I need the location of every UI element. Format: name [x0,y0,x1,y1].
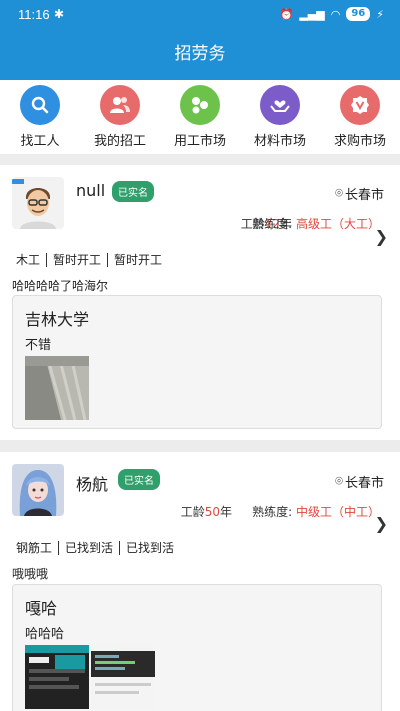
skill-value: 高级工（大工） [295,217,380,231]
worker-card[interactable]: 杨航 已实名 ⌾ 长春市 工龄50年 熟练度: 中级工（中工） ❯ 钢筋工 已找… [0,452,400,711]
status-icons: ⏰ ▂▄▆ ◠ 96 ⚡ [280,7,384,21]
charging-icon: ⚡ [376,7,384,21]
alarm-icon: ⏰ [279,7,294,21]
tag: 暂时开工 [107,253,168,267]
tag: 已找到活 [58,541,119,555]
tag: 已找到活 [119,541,180,555]
v-badge-icon [340,85,380,125]
users-icon [100,85,140,125]
project-title: 嘎哈 [25,599,58,618]
skill-level: 熟练度: 中级工（中工） [252,503,380,520]
skill-value: 中级工（中工） [295,505,380,519]
tag: 钢筋工 [16,541,53,555]
worker-description: 哦哦哦 [12,567,49,581]
search-icon [20,85,60,125]
nav-label: 用工市场 [173,134,226,149]
tag: 暂时开工 [46,253,107,267]
nav-my-recruitment[interactable]: 我的招工 [80,80,160,154]
chevron-right-icon[interactable]: ❯ [375,227,388,246]
nav-labor-market[interactable]: 用工市场 [160,80,240,154]
status-bar: 11:16 ✱ ⏰ ▂▄▆ ◠ 96 ⚡ [0,0,400,30]
project-subtitle: 哈哈哈 [25,627,65,642]
dots-icon [180,85,220,125]
wifi-icon: ◠ [330,7,341,21]
tag-list: 木工 暂时开工 暂时开工 [16,253,168,267]
status-time: 11:16 [18,7,50,22]
nav-label: 材料市场 [253,134,306,149]
project-photo[interactable] [25,645,89,709]
verified-badge: 已实名 [118,469,160,490]
location: ⌾ 长春市 [335,472,384,491]
page-title: 招劳务 [174,44,226,64]
page-title-bar: 招劳务 [0,30,400,80]
verified-badge: 已实名 [112,181,154,202]
bluetooth-icon: ✱ [54,7,65,21]
experience-label: 工龄 [180,505,205,519]
experience: 工龄50年 [181,503,232,520]
nav-find-workers[interactable]: 找工人 [0,80,80,154]
battery-indicator: 96 [346,7,371,21]
project-photo[interactable] [91,645,155,709]
project-photo[interactable] [25,356,89,420]
location-text: 长春市 [344,188,384,203]
quick-nav: 找工人 我的招工 用工市场 材料市场 求购市场 [0,80,400,154]
skill-level: 熟练度: 高级工（大工） [252,215,380,232]
nav-label: 我的招工 [93,134,146,149]
location: ⌾ 长春市 [335,184,384,203]
project-subtitle: 不错 [25,338,52,353]
hands-heart-icon [260,85,300,125]
worker-name: null [76,181,106,200]
nav-label: 找工人 [20,134,60,149]
skill-label: 熟练度: [252,505,293,519]
signal-icon: ▂▄▆ [299,7,325,21]
worker-description: 哈哈哈哈了哈海尔 [12,279,109,293]
nav-materials-market[interactable]: 材料市场 [240,80,320,154]
experience-years: 50 [204,505,220,519]
project-box[interactable]: 吉林大学 不错 [12,295,382,429]
tag: 木工 [16,253,41,267]
worker-card[interactable]: null 已实名 ⌾ 长春市 工龄12年 熟练度: 高级工（大工） ❯ 木工 暂… [0,165,400,440]
location-text: 长春市 [344,476,384,491]
skill-label: 熟练度: [252,217,293,231]
experience-unit: 年 [219,505,232,519]
avatar [12,464,64,516]
worker-name: 杨航 [76,475,109,494]
project-title: 吉林大学 [25,310,90,329]
chevron-right-icon[interactable]: ❯ [375,514,388,533]
location-pin-icon: ⌾ [335,186,343,201]
nav-purchase-market[interactable]: 求购市场 [320,80,400,154]
location-pin-icon: ⌾ [335,474,343,489]
tag-list: 钢筋工 已找到活 已找到活 [16,541,180,555]
project-box[interactable]: 嘎哈 哈哈哈 [12,584,382,711]
nav-label: 求购市场 [333,134,386,149]
avatar [12,177,64,229]
